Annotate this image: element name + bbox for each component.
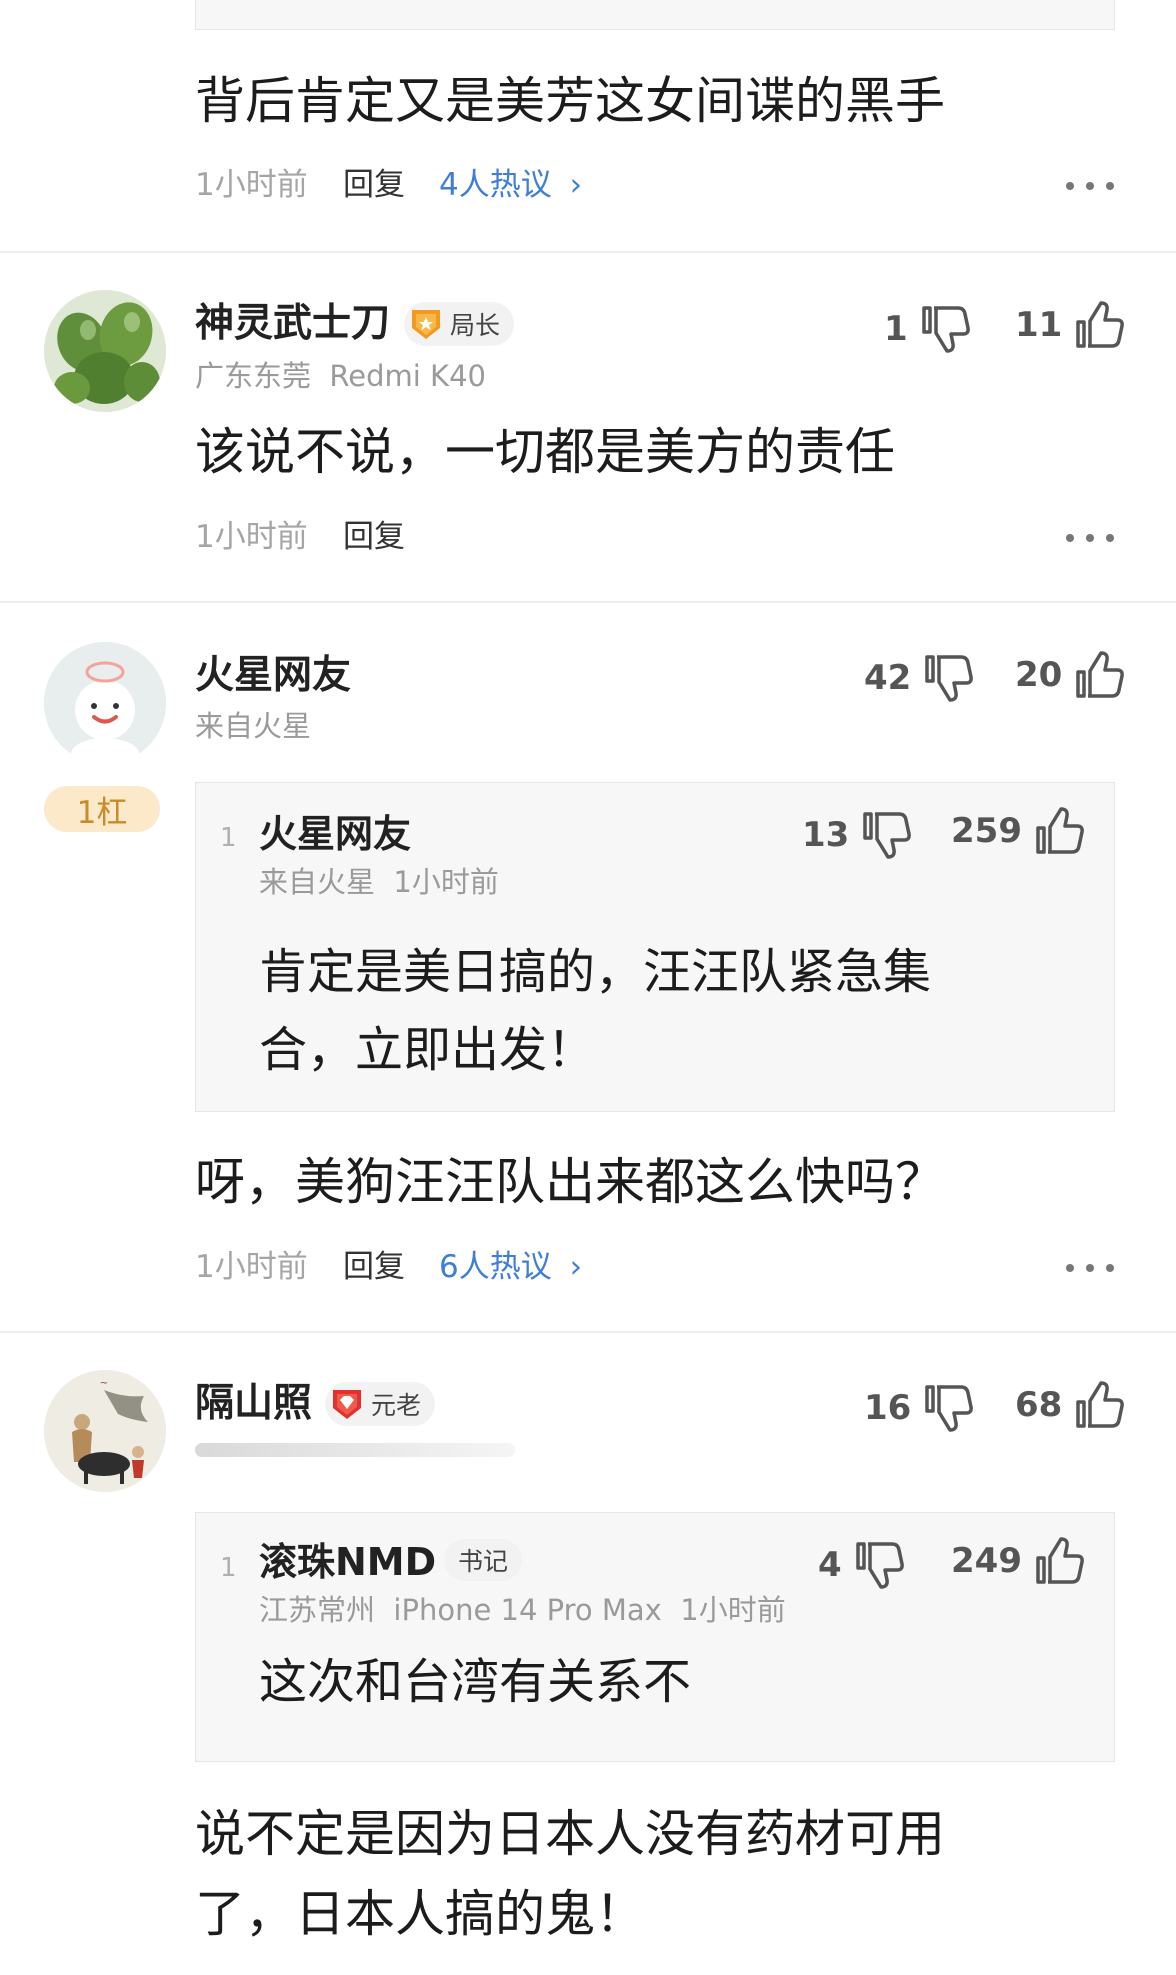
username[interactable]: 火星网友 (195, 656, 351, 695)
dislike-button[interactable]: 42 (864, 653, 975, 703)
quote-index: 1 (220, 1553, 237, 1583)
divider (0, 601, 1176, 603)
hot-discussion-label: 4人热议 (439, 167, 552, 203)
like-count: 11 (1015, 305, 1063, 345)
comment-time: 1小时前 (195, 1249, 308, 1285)
quote-rank-badge: 书记 (444, 1539, 523, 1581)
quote-rank-badge-label: 书记 (458, 1547, 509, 1576)
dislike-count: 13 (802, 815, 850, 855)
username[interactable]: 隔山照 (195, 1384, 312, 1423)
rank-badge: 局长 (404, 302, 515, 346)
divider (0, 1331, 1176, 1333)
more-dots-icon[interactable] (1066, 531, 1114, 545)
like-button[interactable]: 20 (1015, 650, 1126, 700)
like-button[interactable]: 68 (1015, 1380, 1126, 1430)
thumb-up-icon (1076, 301, 1125, 348)
quote-dislike-button[interactable]: 13 (802, 810, 913, 860)
like-button[interactable]: 11 (1015, 300, 1126, 350)
rank-badge: 元老 (325, 1382, 436, 1426)
previous-quote-box-edge (195, 0, 1115, 30)
like-count: 68 (1015, 1385, 1063, 1425)
quote-username[interactable]: 滚珠NMD (259, 1543, 436, 1581)
blurred-user-meta (195, 1443, 515, 1457)
comment-text-line: 了，日本人搞的鬼！ (195, 1885, 645, 1943)
orange-medal-icon (412, 310, 440, 339)
thumb-down-icon (925, 655, 974, 702)
comment-text-line: 说不定是因为日本人没有药材可用 (195, 1805, 945, 1863)
chevron-right-icon: › (569, 167, 582, 203)
dislike-count: 1 (884, 309, 908, 349)
rank-badge-label: 元老 (371, 1391, 422, 1420)
quote-like-button[interactable]: 259 (951, 806, 1086, 856)
thumb-down-icon (921, 306, 970, 353)
quote-text-line: 合，立即出发！ (259, 1022, 596, 1078)
dislike-button[interactable]: 16 (864, 1383, 975, 1433)
dislike-count: 4 (818, 1545, 842, 1585)
divider (0, 251, 1176, 253)
reply-button[interactable]: 回复 (343, 522, 405, 553)
rank-badge-label: 局长 (450, 311, 501, 340)
comment-time: 1小时前 (195, 167, 308, 203)
red-diamond-shield-icon (333, 1390, 361, 1419)
avatar[interactable] (44, 642, 166, 764)
dislike-count: 42 (864, 658, 912, 698)
like-count: 259 (951, 811, 1022, 851)
hot-discussion-link[interactable]: 6人热议 › (439, 1252, 582, 1283)
more-dots-icon[interactable] (1066, 179, 1114, 193)
comment-text: 该说不说，一切都是美方的责任 (195, 423, 895, 481)
dislike-count: 16 (864, 1388, 912, 1428)
quote-index: 1 (220, 823, 237, 853)
like-count: 20 (1015, 655, 1063, 695)
floor-rank-badge: 1杠 (44, 786, 160, 832)
quoted-reply[interactable]: 1 火星网友 来自火星 1小时前 13 259 肯定是美日搞的，汪汪队紧急集 合… (195, 782, 1115, 1112)
thumb-up-icon (1036, 1537, 1084, 1584)
thumb-up-icon (1076, 1381, 1125, 1428)
reply-button[interactable]: 回复 (343, 170, 405, 201)
thumb-up-icon (1036, 807, 1084, 854)
thumb-down-icon (855, 1542, 904, 1589)
comment-text: 呀，美狗汪汪队出来都这么快吗？ (195, 1153, 945, 1211)
user-location: 来自火星 (195, 709, 312, 743)
comment-text: 背后肯定又是美芳这女间谍的黑手 (195, 72, 945, 130)
reply-button[interactable]: 回复 (343, 1252, 405, 1283)
quote-username[interactable]: 火星网友 (259, 815, 411, 853)
hot-discussion-label: 6人热议 (439, 1249, 552, 1285)
thumb-down-icon (863, 812, 912, 859)
avatar[interactable] (44, 290, 166, 412)
thumb-down-icon (925, 1385, 974, 1432)
quote-meta: 来自火星 1小时前 (259, 865, 499, 899)
quote-text-line: 这次和台湾有关系不 (259, 1654, 692, 1710)
svg-text:~: ~ (100, 1378, 108, 1389)
user-location-device: 广东东莞 Redmi K40 (195, 359, 486, 393)
quote-dislike-button[interactable]: 4 (818, 1540, 906, 1590)
quoted-reply[interactable]: 1 滚珠NMD 书记 江苏常州 iPhone 14 Pro Max 1小时前 4… (195, 1512, 1115, 1762)
hot-discussion-link[interactable]: 4人热议 › (439, 170, 582, 201)
dislike-button[interactable]: 1 (884, 304, 972, 354)
chevron-right-icon: › (569, 1249, 582, 1285)
more-dots-icon[interactable] (1066, 1261, 1114, 1275)
comment-time: 1小时前 (195, 519, 308, 555)
quote-meta: 江苏常州 iPhone 14 Pro Max 1小时前 (259, 1593, 786, 1627)
quote-like-button[interactable]: 249 (951, 1536, 1086, 1586)
quote-text-line: 肯定是美日搞的，汪汪队紧急集 (259, 944, 932, 1000)
thumb-up-icon (1076, 651, 1125, 698)
username[interactable]: 神灵武士刀 (195, 304, 390, 343)
like-count: 249 (951, 1541, 1022, 1581)
avatar[interactable]: ~ (44, 1370, 166, 1492)
